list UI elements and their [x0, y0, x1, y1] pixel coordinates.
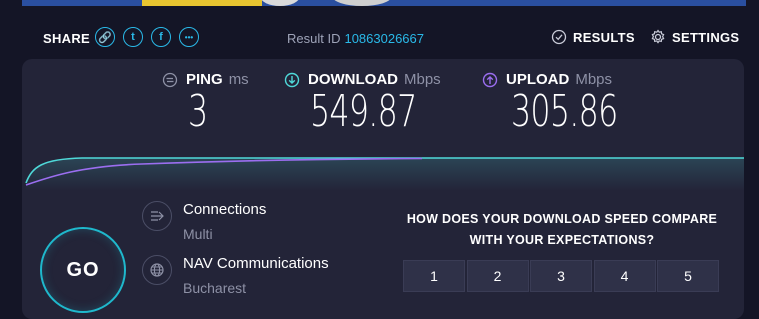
connections-title: Connections	[183, 201, 267, 218]
download-area	[26, 158, 744, 191]
connections-icon	[142, 201, 172, 231]
upload-value: 305.86	[511, 86, 618, 137]
ping-value: 3	[188, 86, 208, 137]
download-value: 549.87	[310, 86, 417, 137]
settings-button[interactable]: SETTINGS	[650, 29, 739, 45]
rating-option-1[interactable]: 1	[403, 260, 465, 292]
ping-icon	[162, 72, 178, 87]
check-circle-icon	[551, 29, 567, 45]
rating-option-3[interactable]: 3	[530, 260, 592, 292]
survey-question-line: WITH YOUR EXPECTATIONS?	[469, 233, 655, 247]
result-toolbar: SHARE 🔗 t f ••• Result ID 10863026667 RES…	[0, 22, 759, 54]
banner-stripe	[142, 0, 262, 6]
go-button[interactable]: GO	[40, 227, 126, 313]
connections-mode: Multi	[183, 226, 213, 242]
go-label: GO	[66, 258, 100, 281]
rating-scale: 1 2 3 4 5	[403, 260, 721, 292]
rating-option-2[interactable]: 2	[466, 260, 529, 292]
rating-option-5[interactable]: 5	[657, 260, 719, 292]
banner-emblem	[332, 0, 392, 6]
banner-emblem	[260, 0, 300, 6]
result-id-label: Result ID	[287, 31, 341, 46]
share-label: SHARE	[43, 31, 91, 46]
facebook-icon[interactable]: f	[151, 27, 171, 47]
ping-metric: PING ms 3	[162, 71, 249, 136]
ping-unit: ms	[228, 71, 249, 88]
survey-question-line: HOW DOES YOUR DOWNLOAD SPEED COMPARE	[406, 212, 718, 226]
results-panel: PING ms 3 DOWNLOAD Mbps 549.87 UPLOAD Mb…	[22, 59, 744, 319]
globe-icon	[142, 255, 172, 285]
speed-graph	[25, 157, 744, 191]
download-icon	[284, 72, 300, 87]
more-icon[interactable]: •••	[179, 27, 199, 47]
rating-option-4[interactable]: 4	[593, 260, 656, 292]
link-icon[interactable]: 🔗	[95, 27, 115, 47]
result-id: Result ID 10863026667	[287, 31, 424, 46]
results-button[interactable]: RESULTS	[551, 29, 635, 45]
upload-metric: UPLOAD Mbps 305.86	[482, 71, 659, 136]
upload-icon	[482, 72, 498, 87]
download-metric: DOWNLOAD Mbps 549.87	[284, 71, 458, 136]
results-label: RESULTS	[573, 29, 635, 45]
gear-icon	[651, 29, 665, 44]
top-banner	[22, 0, 746, 6]
survey-question: HOW DOES YOUR DOWNLOAD SPEED COMPARE WIT…	[392, 209, 732, 251]
settings-label: SETTINGS	[672, 29, 740, 45]
twitter-icon[interactable]: t	[123, 27, 143, 47]
server-name: NAV Communications	[183, 255, 329, 272]
result-id-value[interactable]: 10863026667	[344, 31, 424, 46]
server-location: Bucharest	[183, 280, 247, 296]
